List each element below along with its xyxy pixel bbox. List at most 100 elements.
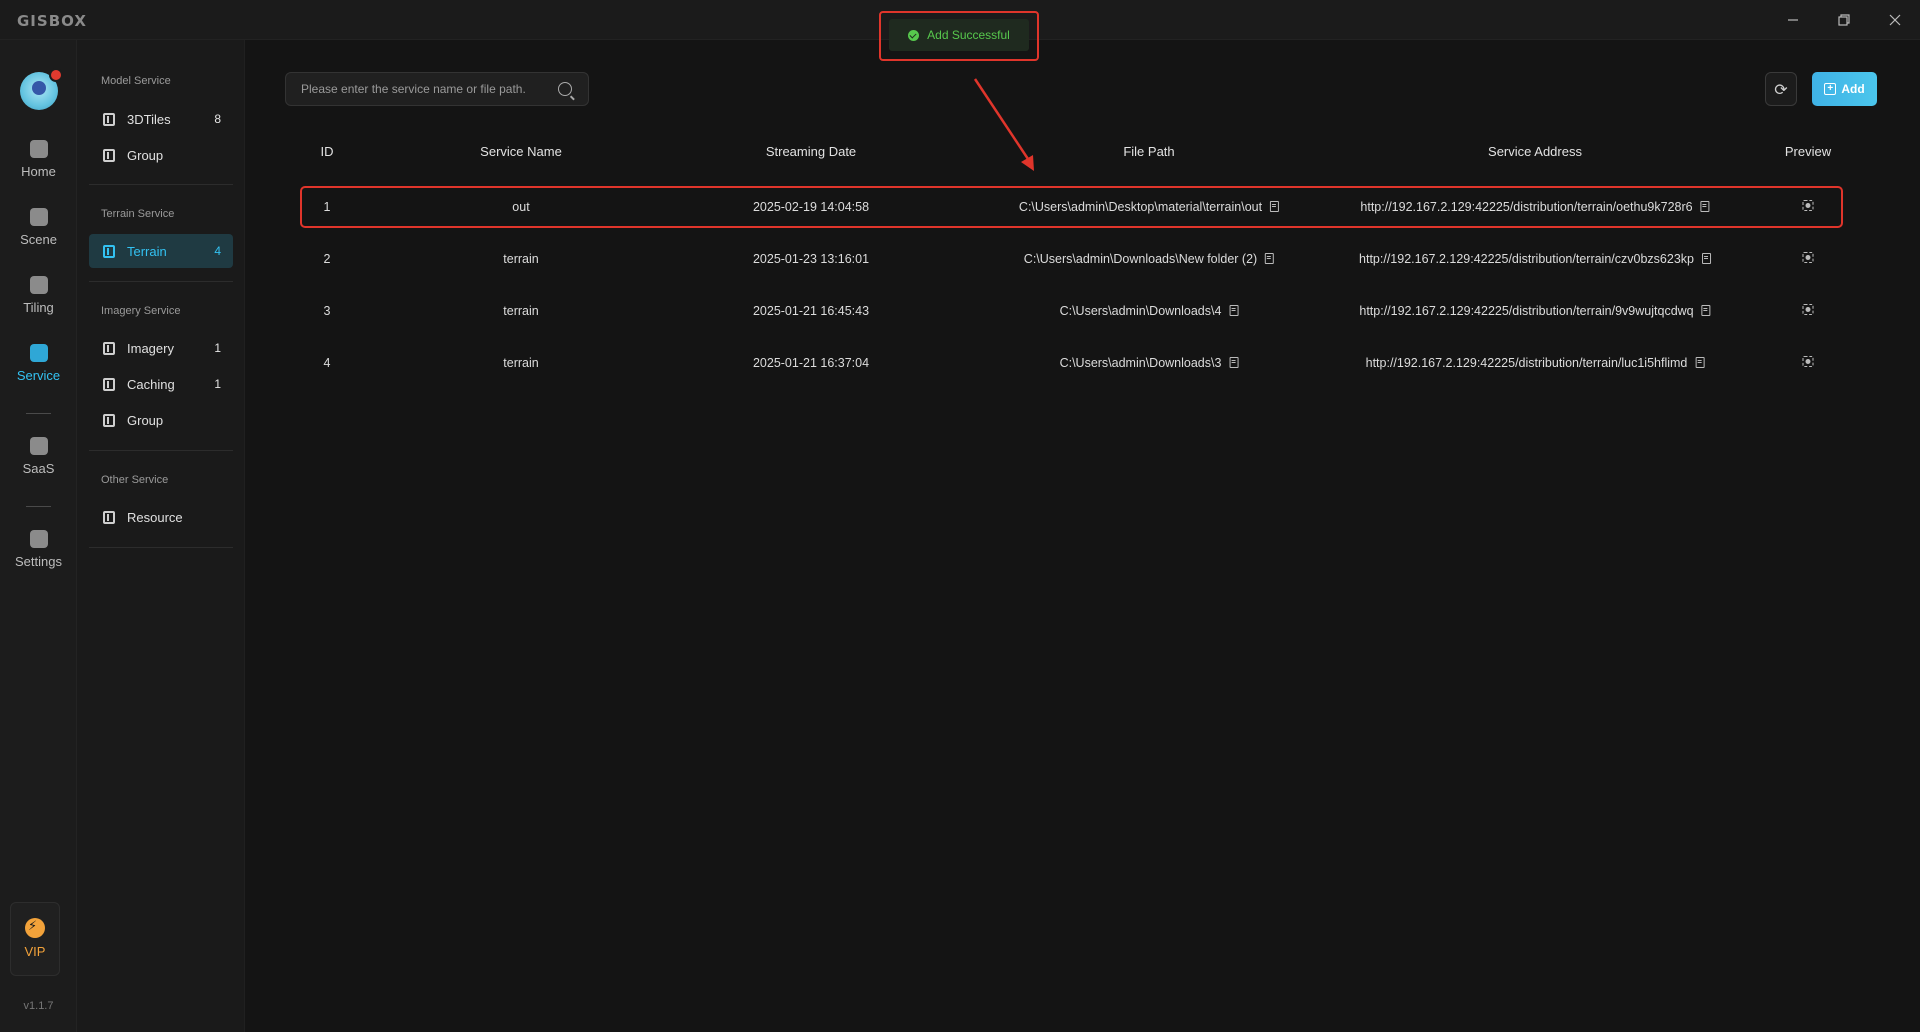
sidebar-item-label: Resource	[127, 509, 183, 525]
vip-button[interactable]: VIP	[10, 902, 60, 976]
toast-message: Add Successful	[927, 28, 1010, 42]
rail-divider	[26, 506, 51, 507]
app-version: v1.1.7	[23, 1000, 54, 1012]
table-row[interactable]: 2 terrain 2025-01-23 13:16:01 C:\Users\a…	[300, 233, 1843, 285]
copy-icon[interactable]	[1695, 357, 1705, 368]
add-button[interactable]: + Add	[1812, 72, 1877, 106]
sidebar-divider	[89, 450, 233, 451]
row-service-name: terrain	[503, 252, 539, 266]
row-preview-cell	[1802, 337, 1814, 389]
imagery-icon	[103, 341, 115, 355]
sidebar-item-terrain[interactable]: Terrain 4	[89, 234, 233, 268]
item-count: 1	[214, 341, 221, 355]
table-row[interactable]: 4 terrain 2025-01-21 16:37:04 C:\Users\a…	[300, 337, 1843, 389]
saas-icon	[29, 437, 48, 455]
group-title-terrain: Terrain Service	[101, 208, 175, 220]
row-service-name: terrain	[503, 304, 539, 318]
sidebar-item-3dtiles[interactable]: 3DTiles 8	[89, 102, 233, 136]
row-id: 3	[323, 304, 331, 318]
notification-badge	[49, 68, 63, 82]
group-title-model: Model Service	[101, 75, 171, 87]
copy-icon[interactable]	[1265, 253, 1275, 264]
group-icon	[103, 413, 115, 427]
vip-label: VIP	[24, 944, 46, 959]
refresh-button[interactable]: ⟳	[1765, 72, 1797, 106]
sidebar-item-label: 3DTiles	[127, 111, 171, 127]
resource-icon	[103, 510, 115, 524]
copy-icon[interactable]	[1229, 357, 1239, 368]
restore-icon[interactable]	[1821, 6, 1867, 34]
row-service-address-cell: http://192.167.2.129:42225/distribution/…	[1366, 337, 1705, 389]
group-icon	[103, 148, 115, 162]
row-id: 2	[323, 252, 331, 266]
preview-icon[interactable]	[1802, 304, 1814, 315]
row-highlight-annotation	[300, 186, 1843, 228]
nav-scene-label: Scene	[20, 232, 57, 247]
nav-scene[interactable]: Scene	[0, 208, 77, 266]
copy-icon[interactable]	[1701, 305, 1711, 316]
row-service-address: http://192.167.2.129:42225/distribution/…	[1359, 304, 1694, 318]
sidebar-item-imagery[interactable]: Imagery 1	[89, 331, 233, 365]
nav-saas-label: SaaS	[22, 461, 55, 476]
row-file-path: C:\Users\admin\Downloads\3	[1059, 356, 1222, 370]
sidebar-item-label: Terrain	[127, 243, 167, 259]
row-preview-cell	[1802, 285, 1814, 337]
service-icon	[29, 344, 48, 362]
copy-icon[interactable]	[1701, 253, 1711, 264]
copy-icon[interactable]	[1229, 305, 1239, 316]
check-circle-icon	[908, 29, 920, 41]
sidebar-item-label: Caching	[127, 376, 175, 392]
tiling-icon	[29, 276, 48, 294]
nav-tiling[interactable]: Tiling	[0, 276, 77, 334]
item-count: 1	[214, 377, 221, 391]
sidebar-item-resource[interactable]: Resource	[89, 500, 233, 534]
nav-tiling-label: Tiling	[23, 300, 54, 315]
sidebar-divider	[89, 281, 233, 282]
row-id: 4	[323, 356, 331, 370]
sidebar-item-label: Group	[127, 412, 164, 428]
nav-service-label: Service	[16, 368, 61, 383]
sidebar-item-imagery-group[interactable]: Group	[89, 403, 233, 437]
close-icon[interactable]	[1872, 6, 1918, 34]
primary-nav-rail: Home Scene Tiling Service SaaS Settings …	[0, 40, 77, 1032]
row-service-address: http://192.167.2.129:42225/distribution/…	[1365, 356, 1688, 370]
row-file-path-cell: C:\Users\admin\Downloads\4	[1060, 285, 1239, 337]
sidebar-divider	[89, 547, 233, 548]
row-file-path: C:\Users\admin\Downloads\New folder (2)	[1023, 252, 1258, 266]
user-avatar[interactable]	[20, 68, 63, 110]
nav-home[interactable]: Home	[0, 140, 77, 198]
row-file-path: C:\Users\admin\Downloads\4	[1059, 304, 1222, 318]
rail-divider	[26, 413, 51, 414]
nav-service[interactable]: Service	[0, 344, 77, 402]
search-input[interactable]	[301, 73, 551, 105]
preview-icon[interactable]	[1802, 356, 1814, 367]
table-row[interactable]: 3 terrain 2025-01-21 16:45:43 C:\Users\a…	[300, 285, 1843, 337]
nav-home-label: Home	[21, 164, 56, 179]
sidebar-item-caching[interactable]: Caching 1	[89, 367, 233, 401]
nav-saas[interactable]: SaaS	[0, 437, 77, 495]
search-icon[interactable]	[558, 82, 572, 96]
sidebar-item-label: Imagery	[127, 340, 174, 356]
nav-settings[interactable]: Settings	[0, 530, 77, 588]
row-streaming-date: 2025-01-23 13:16:01	[752, 252, 870, 266]
search-box	[285, 72, 589, 106]
column-header-preview: Preview	[1784, 144, 1832, 159]
row-service-address-cell: http://192.167.2.129:42225/distribution/…	[1359, 285, 1711, 337]
item-count: 8	[214, 112, 221, 126]
group-title-imagery: Imagery Service	[101, 305, 181, 317]
sidebar-divider	[89, 184, 233, 185]
row-file-path-cell: C:\Users\admin\Downloads\3	[1060, 337, 1239, 389]
column-header-service-address: Service Address	[1488, 144, 1582, 159]
sidebar-item-model-group[interactable]: Group	[89, 138, 233, 172]
lightning-icon	[25, 918, 45, 938]
preview-icon[interactable]	[1802, 252, 1814, 263]
sidebar-item-label: Group	[127, 147, 164, 163]
refresh-icon: ⟳	[1774, 79, 1788, 99]
row-file-path-cell: C:\Users\admin\Downloads\New folder (2)	[1023, 233, 1275, 285]
3dtiles-icon	[103, 112, 115, 126]
row-streaming-date: 2025-01-21 16:45:43	[752, 304, 870, 318]
service-sidebar: Model Service 3DTiles 8 Group Terrain Se…	[77, 40, 245, 1032]
minimize-icon[interactable]	[1770, 6, 1816, 34]
caching-icon	[103, 377, 115, 391]
add-button-label: Add	[1841, 82, 1865, 96]
